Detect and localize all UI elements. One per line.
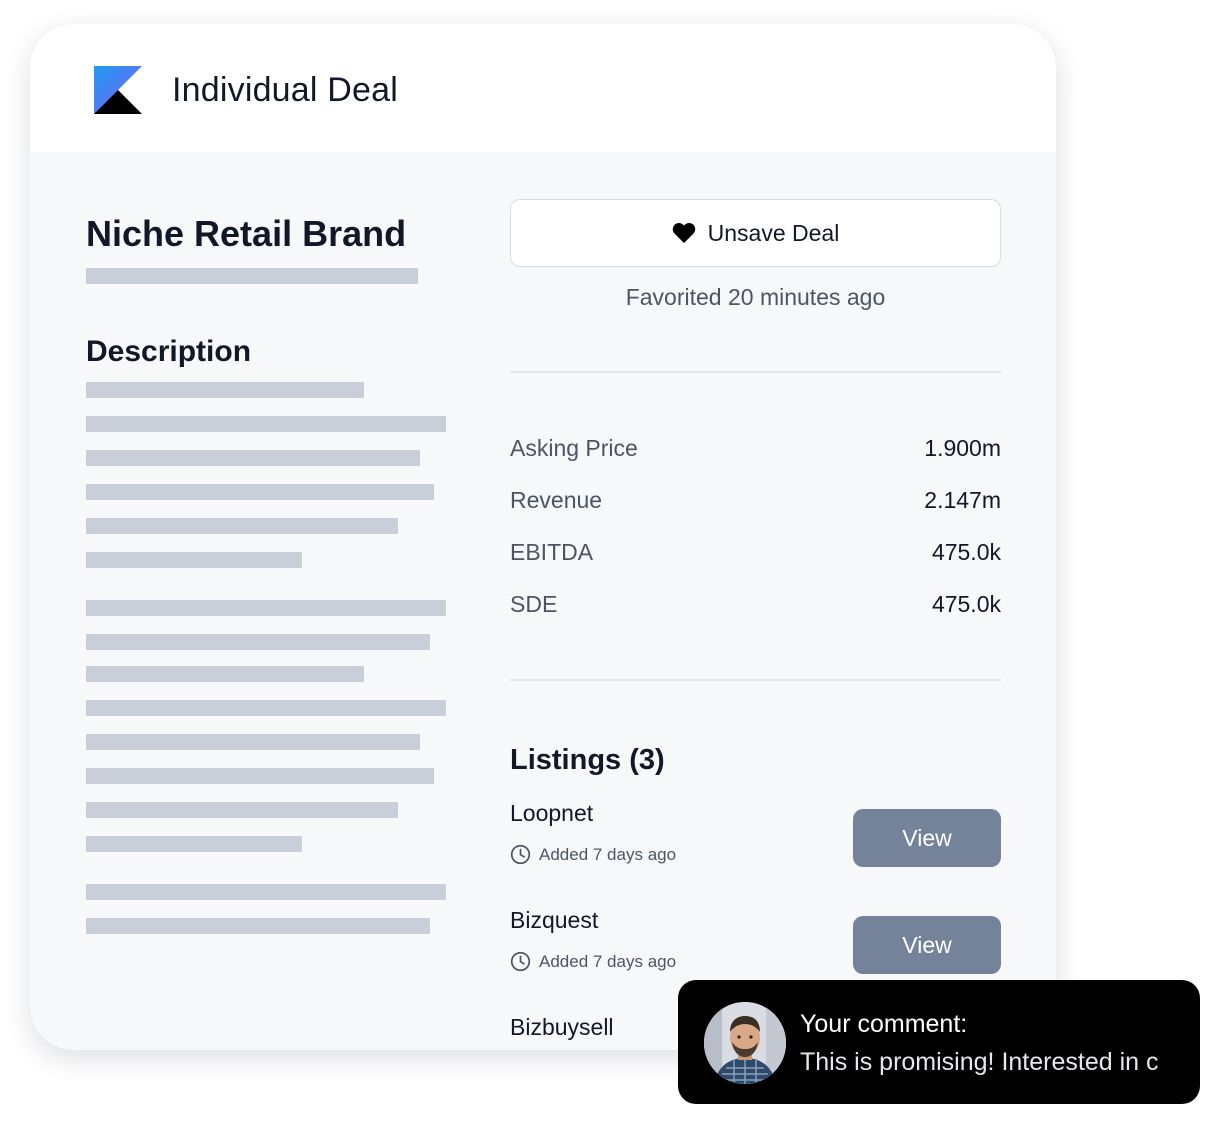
view-listing-button[interactable]: View (853, 809, 1001, 867)
description-placeholder-bar (86, 666, 364, 682)
metric-value: 2.147m (924, 486, 1001, 513)
unsave-deal-label: Unsave Deal (707, 219, 840, 246)
metric-row-revenue: Revenue 2.147m (510, 484, 1001, 516)
description-placeholder-bar (86, 484, 434, 500)
comment-toast: Your comment: This is promising! Interes… (678, 980, 1200, 1104)
description-placeholder-bar (86, 768, 434, 784)
metric-row-sde: SDE 475.0k (510, 588, 1001, 620)
listing-name: Bizbuysell (510, 1014, 614, 1040)
view-listing-button[interactable]: View (853, 916, 1001, 974)
user-avatar-image (704, 1002, 786, 1084)
metric-value: 1.900m (924, 434, 1001, 461)
comment-label: Your comment: (800, 1010, 968, 1038)
listing-name: Bizquest (510, 907, 599, 933)
clock-icon (510, 844, 531, 865)
listing-added-text: Added 7 days ago (539, 951, 677, 971)
description-placeholder-bar (86, 382, 364, 398)
card-header: Individual Deal (30, 24, 1056, 152)
heart-icon (672, 223, 695, 243)
favorited-timestamp: Favorited 20 minutes ago (625, 284, 886, 310)
metric-row-ebitda: EBITDA 475.0k (510, 536, 1001, 568)
app-title: Individual Deal (172, 71, 399, 109)
metric-label: Revenue (510, 486, 603, 513)
divider (510, 679, 1001, 681)
description-placeholder-bar (86, 836, 302, 852)
listing-added-text: Added 7 days ago (539, 844, 677, 864)
listing-added-time: Added 7 days ago (510, 844, 676, 865)
description-placeholder-bar (86, 450, 420, 466)
divider (510, 371, 1001, 373)
description-heading: Description (86, 335, 252, 368)
description-placeholder-bar (86, 600, 446, 616)
listing-name: Loopnet (510, 800, 594, 826)
metric-label: EBITDA (510, 538, 594, 565)
k-logo-icon (94, 66, 142, 114)
description-placeholder-bar (86, 518, 398, 534)
unsave-deal-button[interactable]: Unsave Deal (510, 199, 1001, 267)
metric-value: 475.0k (931, 590, 1001, 617)
description-placeholder-bar (86, 802, 398, 818)
metric-row-asking-price: Asking Price 1.900m (510, 432, 1001, 464)
avatar (704, 1002, 786, 1084)
metric-value: 475.0k (931, 538, 1001, 565)
comment-text: This is promising! Interested in c (800, 1048, 1159, 1076)
description-placeholder-bar (86, 734, 420, 750)
subtitle-placeholder-bar (86, 268, 418, 284)
description-placeholder-bar (86, 552, 302, 568)
deal-title: Niche Retail Brand (86, 213, 407, 254)
description-placeholder-bar (86, 416, 446, 432)
metric-label: Asking Price (510, 434, 638, 461)
description-placeholder-bar (86, 884, 446, 900)
clock-icon (510, 951, 531, 972)
description-placeholder-bar (86, 634, 430, 650)
listing-added-time: Added 7 days ago (510, 951, 676, 972)
listings-heading: Listings (3) (510, 744, 665, 776)
deal-card: Individual Deal Niche Retail Brand Descr… (30, 24, 1056, 1050)
metric-label: SDE (510, 590, 558, 617)
description-placeholder-bar (86, 700, 446, 716)
description-placeholder-bar (86, 918, 430, 934)
